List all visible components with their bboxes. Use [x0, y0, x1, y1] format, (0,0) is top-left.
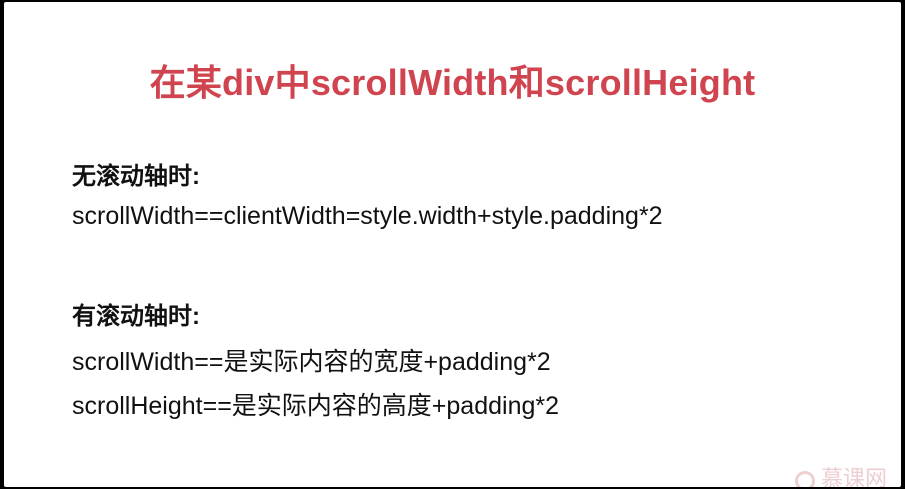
no-scrollbar-formula: scrollWidth==clientWidth=style.width+sty…	[72, 202, 663, 230]
watermark-logo-icon	[795, 471, 815, 487]
scroll-height-formula: scrollHeight==是实际内容的高度+padding*2	[72, 392, 560, 420]
slide: 在某div中scrollWidth和scrollHeight 无滚动轴时: sc…	[4, 2, 901, 487]
watermark-text: 慕课网	[820, 467, 887, 487]
with-scrollbar-heading: 有滚动轴时:	[72, 303, 200, 330]
no-scrollbar-heading: 无滚动轴时:	[72, 163, 200, 190]
slide-title: 在某div中scrollWidth和scrollHeight	[149, 62, 756, 103]
scroll-width-formula: scrollWidth==是实际内容的宽度+padding*2	[72, 348, 551, 376]
